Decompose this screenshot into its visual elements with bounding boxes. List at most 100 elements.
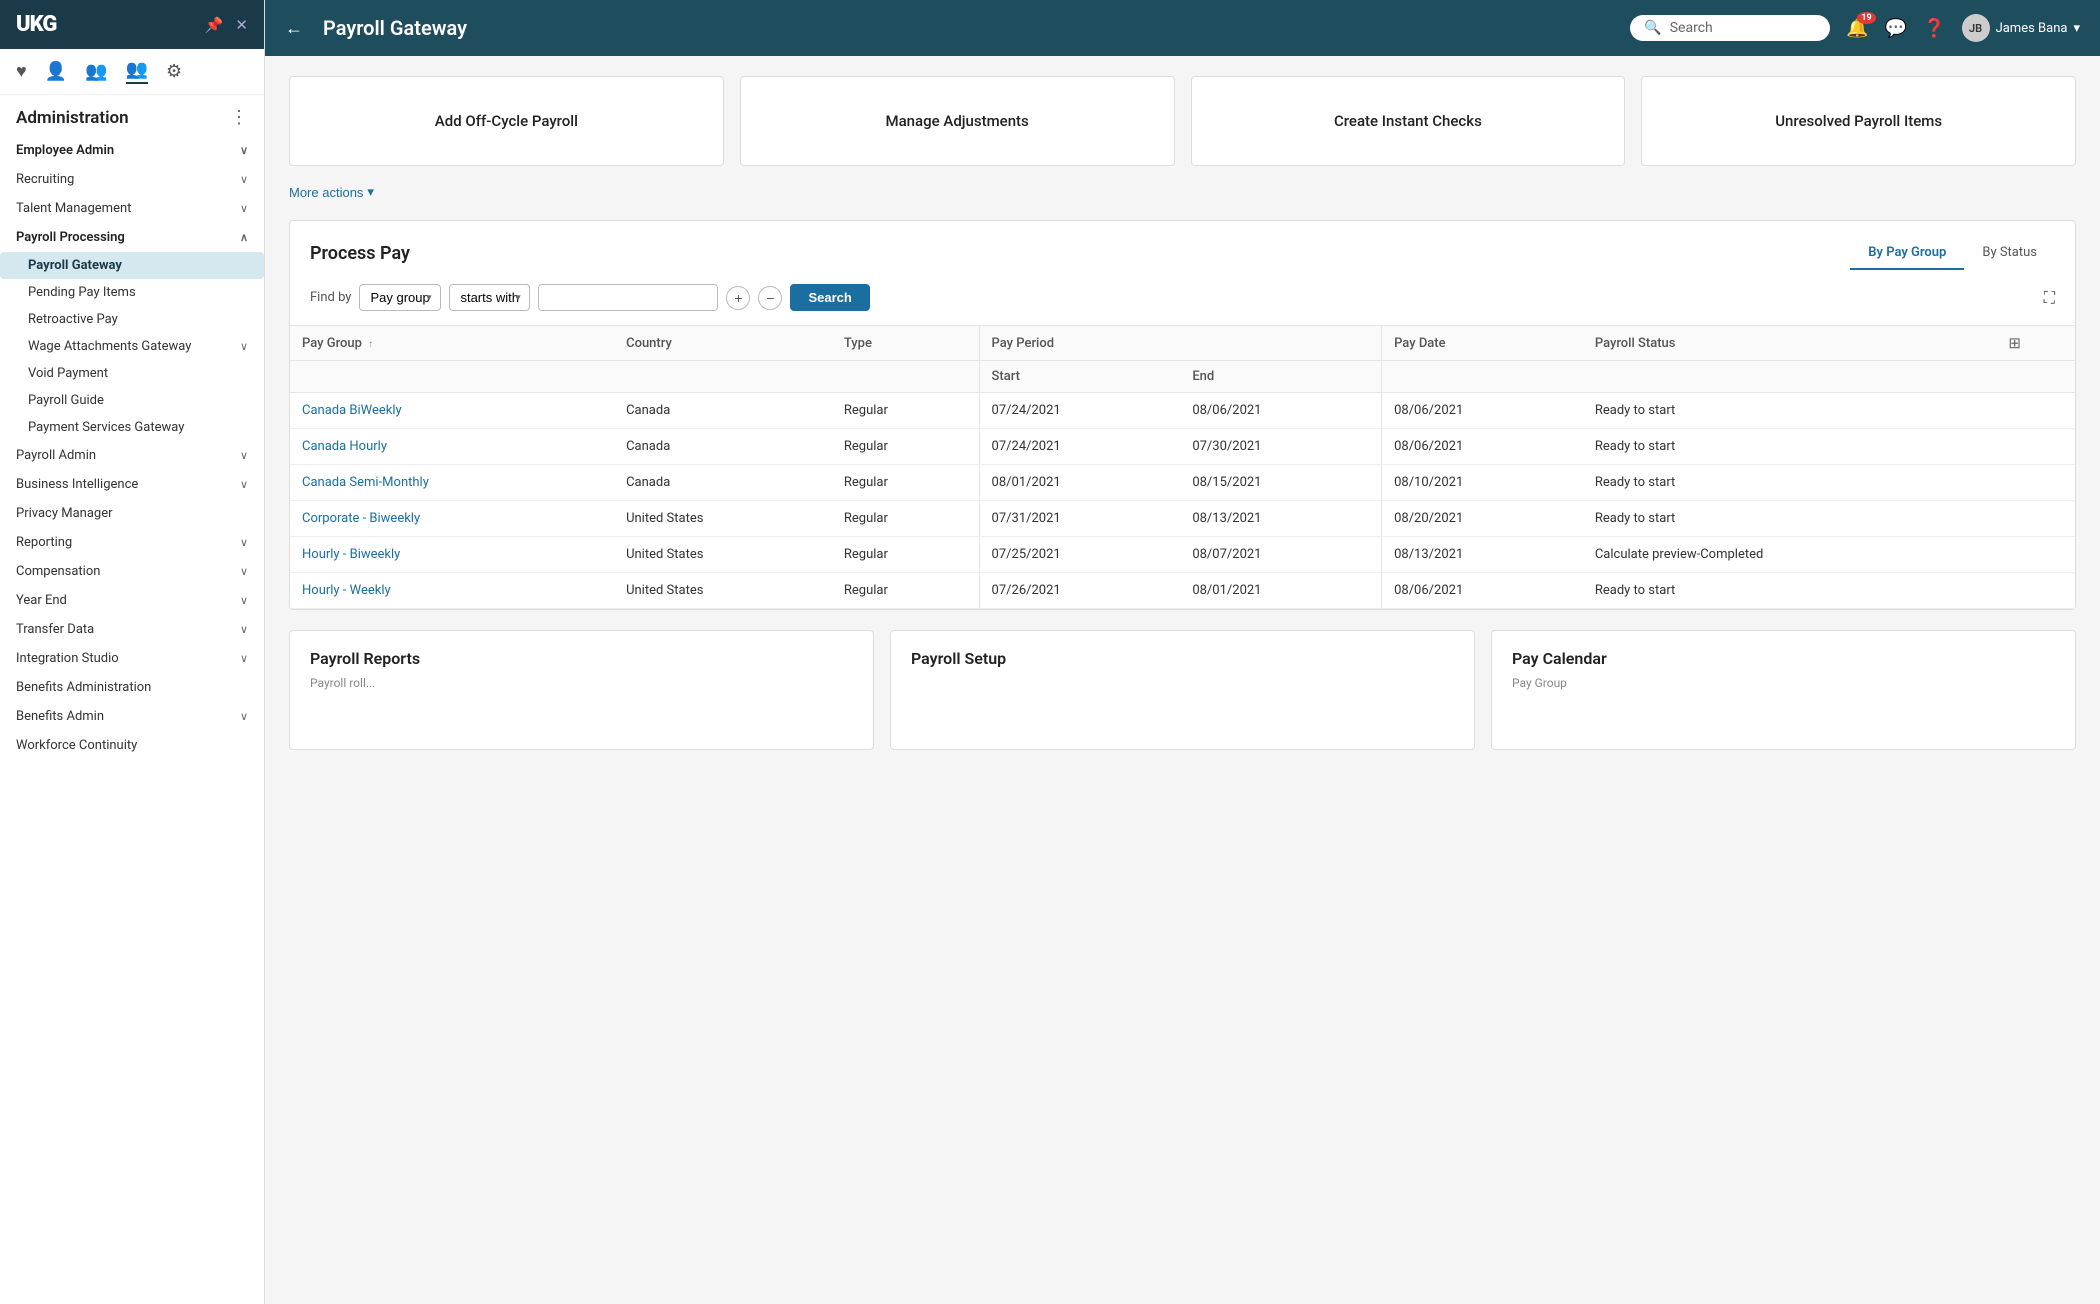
settings-icon[interactable]: ⚙ (166, 61, 182, 82)
sidebar-admin-header: Administration ⋮ (0, 95, 264, 134)
chevron-down-icon: ∨ (240, 594, 248, 607)
sidebar-item-payroll-processing[interactable]: Payroll Processing ∧ (0, 223, 264, 252)
process-pay-section: Process Pay By Pay Group By Status Find … (289, 220, 2076, 610)
sidebar-item-integration-studio[interactable]: Integration Studio ∨ (0, 644, 264, 673)
user-menu[interactable]: JB James Bana ▾ (1962, 14, 2080, 42)
unresolved-payroll-items-card[interactable]: Unresolved Payroll Items (1641, 76, 2076, 166)
content-area: Add Off-Cycle Payroll Manage Adjustments… (265, 56, 2100, 1304)
sidebar-item-transfer-data[interactable]: Transfer Data ∨ (0, 615, 264, 644)
filter-text-input[interactable] (538, 284, 718, 311)
start-cell: 07/24/2021 (979, 429, 1180, 465)
add-off-cycle-payroll-card[interactable]: Add Off-Cycle Payroll (289, 76, 724, 166)
bottom-cards: Payroll Reports Payroll roll... Payroll … (289, 630, 2076, 750)
add-filter-button[interactable]: + (726, 286, 750, 310)
sidebar-item-workforce-continuity[interactable]: Workforce Continuity (0, 731, 264, 760)
create-instant-checks-card[interactable]: Create Instant Checks (1191, 76, 1626, 166)
user-name: James Bana (1996, 21, 2068, 36)
pay-group-link[interactable]: Canada Semi-Monthly (302, 475, 429, 490)
pay-group-cell: Canada Hourly (290, 429, 614, 465)
more-actions-area: More actions ▾ (289, 184, 2076, 200)
sidebar-top-icons: 📌 ✕ (205, 16, 248, 34)
country-cell: Canada (614, 465, 832, 501)
sidebar-item-recruiting[interactable]: Recruiting ∨ (0, 165, 264, 194)
sidebar-item-benefits-administration[interactable]: Benefits Administration (0, 673, 264, 702)
sidebar-item-compensation[interactable]: Compensation ∨ (0, 557, 264, 586)
status-cell: Ready to start (1583, 501, 1997, 537)
sidebar-item-talent-management[interactable]: Talent Management ∨ (0, 194, 264, 223)
pin-icon[interactable]: 📌 (205, 16, 224, 34)
pay-calendar-sub: Pay Group (1512, 676, 2055, 690)
sidebar-item-reporting[interactable]: Reporting ∨ (0, 528, 264, 557)
tab-by-status[interactable]: By Status (1964, 237, 2055, 270)
chevron-down-icon: ∨ (240, 536, 248, 549)
end-cell: 08/13/2021 (1180, 501, 1381, 537)
year-end-label: Year End (16, 593, 67, 608)
field-select[interactable]: Pay group Country Status (359, 284, 441, 311)
tab-by-pay-group[interactable]: By Pay Group (1850, 237, 1964, 270)
notifications-icon[interactable]: 🔔 19 (1846, 18, 1868, 39)
end-header: End (1180, 361, 1381, 393)
sidebar-child-pending-pay-items[interactable]: Pending Pay Items (0, 279, 264, 306)
payroll-reports-card[interactable]: Payroll Reports Payroll roll... (289, 630, 874, 750)
pay-calendar-card[interactable]: Pay Calendar Pay Group (1491, 630, 2076, 750)
main-content: ← Payroll Gateway 🔍 Search 🔔 19 💬 ❓ JB J… (265, 0, 2100, 1304)
sidebar-child-payroll-gateway[interactable]: Payroll Gateway (0, 252, 264, 279)
table-row: Corporate - Biweekly United States Regul… (290, 501, 2075, 537)
sidebar-item-year-end[interactable]: Year End ∨ (0, 586, 264, 615)
payroll-setup-card[interactable]: Payroll Setup (890, 630, 1475, 750)
type-cell: Regular (832, 501, 979, 537)
chevron-down-icon: ∨ (240, 623, 248, 636)
pay-date-cell: 08/10/2021 (1382, 465, 1583, 501)
sidebar-item-business-intelligence[interactable]: Business Intelligence ∨ (0, 470, 264, 499)
pay-group-cell: Corporate - Biweekly (290, 501, 614, 537)
grid-options-icon[interactable]: ⊞ (2008, 334, 2021, 352)
sidebar-child-payroll-guide[interactable]: Payroll Guide (0, 387, 264, 414)
search-button[interactable]: Search (790, 284, 869, 311)
messages-icon[interactable]: 💬 (1885, 18, 1907, 39)
sidebar-child-wage-attachments[interactable]: Wage Attachments Gateway ∨ (0, 333, 264, 360)
status-cell: Ready to start (1583, 573, 1997, 609)
close-icon[interactable]: ✕ (235, 16, 248, 34)
expand-icon[interactable]: ⛶ (2044, 288, 2055, 308)
pay-group-link[interactable]: Hourly - Weekly (302, 583, 391, 598)
type-cell: Regular (832, 393, 979, 429)
sidebar-child-payment-services[interactable]: Payment Services Gateway (0, 414, 264, 441)
transfer-data-label: Transfer Data (16, 622, 94, 637)
ukg-logo: UKG (16, 12, 56, 37)
remove-filter-button[interactable]: − (758, 286, 782, 310)
pay-date-cell: 08/06/2021 (1382, 573, 1583, 609)
sidebar-item-payroll-admin[interactable]: Payroll Admin ∨ (0, 441, 264, 470)
more-options-icon[interactable]: ⋮ (230, 107, 248, 128)
operator-select[interactable]: starts with contains equals (449, 284, 530, 311)
pay-group-link[interactable]: Canada BiWeekly (302, 403, 402, 418)
sidebar-item-privacy-manager[interactable]: Privacy Manager (0, 499, 264, 528)
favorites-icon[interactable]: ♥ (16, 61, 27, 82)
help-icon[interactable]: ❓ (1923, 18, 1945, 39)
search-icon: 🔍 (1644, 20, 1661, 36)
pay-group-link[interactable]: Hourly - Biweekly (302, 547, 400, 562)
manage-adjustments-card[interactable]: Manage Adjustments (740, 76, 1175, 166)
country-header: Country (614, 326, 832, 361)
status-cell: Ready to start (1583, 429, 1997, 465)
admin-icon[interactable]: 👥 (126, 59, 148, 84)
sidebar-child-void-payment[interactable]: Void Payment (0, 360, 264, 387)
sidebar-item-benefits-admin[interactable]: Benefits Admin ∨ (0, 702, 264, 731)
start-cell: 07/24/2021 (979, 393, 1180, 429)
person-icon[interactable]: 👤 (45, 61, 67, 82)
table-row: Hourly - Weekly United States Regular 07… (290, 573, 2075, 609)
more-actions-button[interactable]: More actions ▾ (289, 184, 374, 200)
pay-group-link[interactable]: Canada Hourly (302, 439, 387, 454)
search-input[interactable]: Search (1670, 20, 1713, 36)
grid-options-header: ⊞ (1996, 326, 2075, 361)
type-cell: Regular (832, 429, 979, 465)
pay-group-link[interactable]: Corporate - Biweekly (302, 511, 420, 526)
chevron-down-icon: ∨ (240, 478, 248, 491)
sort-icon[interactable]: ↑ (368, 339, 373, 350)
people-icon[interactable]: 👥 (85, 61, 107, 82)
sidebar-child-retroactive-pay[interactable]: Retroactive Pay (0, 306, 264, 333)
sidebar-item-employee-admin[interactable]: Employee Admin ∨ (0, 136, 264, 165)
integration-studio-label: Integration Studio (16, 651, 119, 666)
payroll-admin-label: Payroll Admin (16, 448, 96, 463)
search-box[interactable]: 🔍 Search (1630, 15, 1830, 41)
back-button[interactable]: ← (285, 18, 303, 39)
